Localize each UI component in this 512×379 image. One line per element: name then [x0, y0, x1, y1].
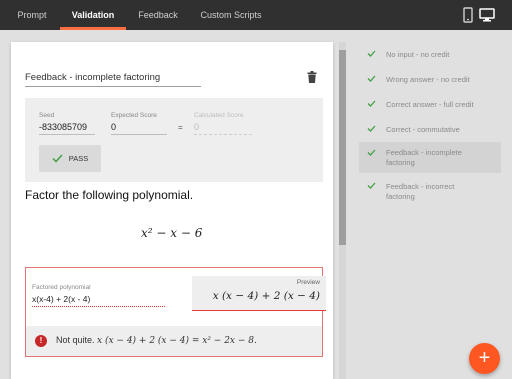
seed-input[interactable]: -833085709 — [39, 121, 95, 135]
check-icon — [52, 154, 63, 163]
case-item-commutative[interactable]: Correct - commutative — [359, 119, 501, 139]
panel-scrollbar[interactable] — [339, 42, 346, 379]
add-test-case-button[interactable]: + — [469, 343, 500, 374]
feedback-message: ! Not quite. x (x − 4) + 2 (x − 4) = x² … — [26, 326, 322, 356]
top-nav-bar: Prompt Validation Feedback Custom Script… — [0, 0, 512, 30]
check-icon — [367, 125, 376, 132]
feedback-prefix: Not quite. — [56, 335, 98, 345]
case-item-no-input[interactable]: No input - no credit — [359, 44, 501, 64]
preview-box: Preview x (x − 4) + 2 (x − 4) — [192, 276, 326, 311]
polynomial-expression: x² − x − 6 — [141, 226, 203, 240]
check-icon — [367, 75, 376, 82]
answer-field-label: Factored polynomial — [32, 284, 91, 291]
feedback-math: x (x − 4) + 2 (x − 4) = x² − 2x − 8. — [97, 336, 257, 346]
test-case-title-input[interactable]: Feedback - incomplete factoring — [25, 70, 201, 87]
active-tab-indicator — [60, 27, 126, 30]
case-item-incorrect-factoring[interactable]: Feedback - incorrect factoring — [359, 177, 501, 205]
preview-label: Preview — [296, 279, 320, 286]
case-label: Wrong answer - no credit — [386, 75, 470, 84]
equals-sign: = — [178, 123, 183, 132]
expected-score-label: Expected Score — [111, 112, 157, 119]
case-item-incomplete-factoring[interactable]: Feedback - incomplete factoring — [359, 142, 501, 173]
error-icon: ! — [35, 335, 47, 347]
desktop-preview-icon[interactable] — [479, 8, 495, 22]
case-label: No input - no credit — [386, 50, 450, 59]
case-label: Feedback - incorrect factoring — [386, 182, 455, 201]
tab-prompt[interactable]: Prompt — [12, 0, 52, 30]
answer-input[interactable]: x(x-4) + 2(x - 4) — [32, 294, 165, 307]
answer-box: Factored polynomial x(x-4) + 2(x - 4) Pr… — [25, 267, 326, 357]
feedback-text: Not quite. x (x − 4) + 2 (x − 4) = x² − … — [56, 335, 257, 346]
seed-label: Seed — [39, 112, 55, 119]
case-label: Correct answer - full credit — [386, 100, 474, 109]
scrollbar-thumb[interactable] — [339, 50, 346, 245]
preview-math: x (x − 4) + 2 (x − 4) — [212, 290, 320, 302]
question-prompt: Factor the following polynomial. — [25, 188, 194, 202]
check-icon — [367, 149, 376, 156]
check-icon — [367, 100, 376, 107]
tab-custom-scripts[interactable]: Custom Scripts — [196, 0, 266, 30]
check-icon — [367, 182, 376, 189]
expected-score-input[interactable]: 0 — [111, 121, 167, 135]
case-item-wrong-answer[interactable]: Wrong answer - no credit — [359, 69, 501, 89]
mobile-preview-icon[interactable] — [463, 7, 473, 23]
check-icon — [367, 50, 376, 57]
tab-feedback[interactable]: Feedback — [134, 0, 182, 30]
trash-icon[interactable] — [307, 71, 317, 83]
tab-validation[interactable]: Validation — [60, 0, 126, 30]
test-case-panel: Feedback - incomplete factoring Seed -83… — [11, 42, 333, 379]
case-item-correct-answer[interactable]: Correct answer - full credit — [359, 94, 501, 114]
pass-button[interactable]: PASS — [39, 145, 101, 172]
case-label: Correct - commutative — [386, 125, 460, 134]
pass-label: PASS — [68, 154, 89, 163]
case-label: Feedback - incomplete factoring — [386, 148, 462, 167]
calculated-score-field: 0 — [194, 121, 252, 135]
calculated-score-label: Calculated Score — [194, 112, 244, 119]
